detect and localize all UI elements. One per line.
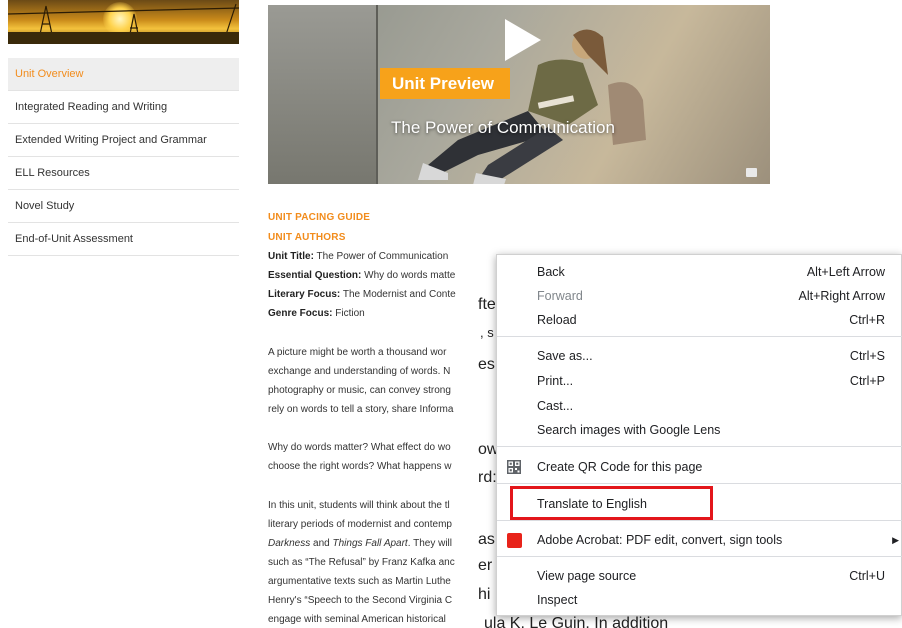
paragraph-line: such as “The Refusal” by Franz Kafka anc (268, 557, 455, 568)
essential-question-line: Essential Question: Why do words matte (268, 270, 456, 281)
qr-code-icon (507, 460, 521, 474)
paragraph-line: engage with seminal American historical (268, 614, 446, 625)
unit-preview-badge: Unit Preview (380, 68, 510, 99)
menu-item-inspect[interactable]: Inspect (497, 588, 902, 612)
text-fragment: as (478, 531, 495, 548)
menu-item-create-qr-code[interactable]: Create QR Code for this page (497, 455, 902, 479)
translate-highlight-box (510, 486, 713, 520)
text-fragment: er (478, 557, 493, 574)
unit-pacing-guide-link[interactable]: UNIT PACING GUIDE (268, 212, 370, 223)
paragraph-line: A picture might be worth a thousand wor (268, 347, 447, 358)
sidebar-item-ell-resources[interactable]: ELL Resources (8, 157, 239, 190)
menu-item-search-google-lens[interactable]: Search images with Google Lens (497, 418, 902, 442)
sidebar-item-novel-study[interactable]: Novel Study (8, 190, 239, 223)
menu-item-forward[interactable]: Forward Alt+Right Arrow (497, 284, 902, 308)
text-fragment: ula K. Le Guin. In addition (484, 615, 669, 628)
sidebar-nav: Unit Overview Integrated Reading and Wri… (8, 58, 239, 256)
adobe-acrobat-icon (507, 533, 522, 548)
paragraph-line: exchange and understanding of words. N (268, 366, 451, 377)
paragraph-line: Darkness and Things Fall Apart. They wil… (268, 538, 452, 549)
menu-item-back[interactable]: Back Alt+Left Arrow (497, 260, 902, 284)
video-title: The Power of Communication (391, 118, 615, 137)
sidebar-item-unit-overview[interactable]: Unit Overview (8, 58, 239, 91)
sidebar-item-end-of-unit-assessment[interactable]: End-of-Unit Assessment (8, 223, 239, 256)
text-fragment: rd: (478, 469, 497, 486)
unit-authors-link[interactable]: UNIT AUTHORS (268, 232, 346, 243)
paragraph-line: rely on words to tell a story, share Inf… (268, 404, 454, 415)
text-fragment: , s (480, 325, 494, 340)
sidebar-item-integrated-reading-writing[interactable]: Integrated Reading and Writing (8, 91, 239, 124)
video-thumbnail-figure (418, 29, 646, 184)
paragraph-line: In this unit, students will think about … (268, 500, 450, 511)
literary-focus-line: Literary Focus: The Modernist and Conte (268, 289, 456, 300)
unit-title-line: Unit Title: The Power of Communication (268, 251, 449, 262)
menu-item-cast[interactable]: Cast... (497, 394, 902, 418)
text-fragment: fte (478, 296, 496, 313)
genre-focus-line: Genre Focus: Fiction (268, 308, 365, 319)
play-icon[interactable] (505, 19, 541, 61)
menu-item-adobe-acrobat[interactable]: Adobe Acrobat: PDF edit, convert, sign t… (497, 528, 902, 552)
paragraph-line: Henry's “Speech to the Second Virginia C (268, 595, 453, 606)
text-fragment: hi (478, 586, 491, 603)
menu-item-print[interactable]: Print... Ctrl+P (497, 369, 902, 393)
paragraph-line: Why do words matter? What effect do wo (268, 442, 451, 453)
sidebar-item-extended-writing-project[interactable]: Extended Writing Project and Grammar (8, 124, 239, 157)
submenu-arrow-icon: ▶ (892, 535, 899, 545)
paragraph-line: literary periods of modernist and contem… (268, 519, 452, 530)
paragraph-line: photography or music, can convey strong (268, 385, 451, 396)
menu-item-view-page-source[interactable]: View page source Ctrl+U (497, 564, 902, 588)
unit-preview-video[interactable]: Unit Preview The Power of Communication (268, 5, 770, 184)
menu-item-reload[interactable]: Reload Ctrl+R (497, 308, 902, 332)
sidebar-hero-image (8, 0, 239, 44)
paragraph-line: choose the right words? What happens w (268, 461, 452, 472)
context-menu: Back Alt+Left Arrow Forward Alt+Right Ar… (496, 254, 902, 616)
captions-icon[interactable] (746, 168, 757, 177)
menu-item-save-as[interactable]: Save as... Ctrl+S (497, 344, 902, 368)
paragraph-line: argumentative texts such as Martin Luthe (268, 576, 451, 587)
